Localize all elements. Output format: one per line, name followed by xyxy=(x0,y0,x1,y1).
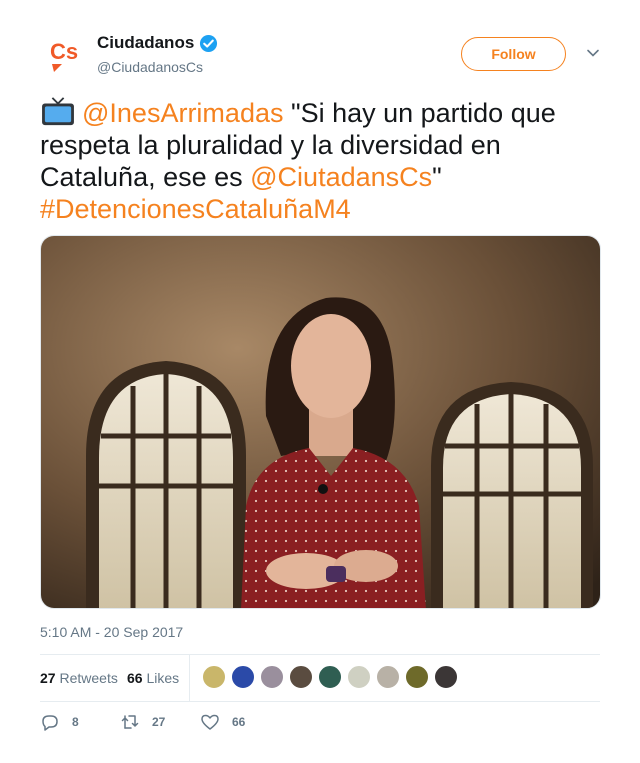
mention-ciutadanscs[interactable]: @CiutadansCs xyxy=(250,162,432,192)
retweet-icon xyxy=(121,715,139,729)
tweet-text: @InesArrimadas "Si hay un partido que re… xyxy=(40,96,600,225)
stats-divider xyxy=(189,655,190,701)
reply-count: 8 xyxy=(72,715,79,729)
television-emoji-icon xyxy=(42,97,74,126)
liker-avatar[interactable] xyxy=(231,665,255,689)
reply-icon xyxy=(42,715,58,731)
likes-count: 66 xyxy=(127,670,143,686)
like-button[interactable]: 66 xyxy=(200,712,245,732)
author-display-name[interactable]: Ciudadanos xyxy=(97,33,194,53)
photo-image xyxy=(41,236,600,608)
liker-avatar[interactable] xyxy=(347,665,371,689)
liker-avatar[interactable] xyxy=(289,665,313,689)
liker-avatars xyxy=(202,665,463,689)
liker-avatar[interactable] xyxy=(376,665,400,689)
liker-avatar[interactable] xyxy=(318,665,342,689)
liker-avatar[interactable] xyxy=(260,665,284,689)
likes-label: Likes xyxy=(146,670,180,686)
heart-icon xyxy=(201,714,219,730)
retweets-count: 27 xyxy=(40,670,56,686)
liker-avatar[interactable] xyxy=(202,665,226,689)
avatar-logo-text: Cs xyxy=(50,39,78,64)
engagement-stats: 27 Retweets 66 Likes xyxy=(40,654,600,702)
reply-button[interactable]: 8 xyxy=(40,712,79,732)
verified-badge-icon xyxy=(200,34,218,52)
mention-ines-arrimadas[interactable]: @InesArrimadas xyxy=(82,98,283,128)
like-count: 66 xyxy=(232,715,246,729)
author-avatar[interactable]: Cs xyxy=(46,34,86,74)
name-row: Ciudadanos xyxy=(97,33,218,53)
liker-avatar[interactable] xyxy=(405,665,429,689)
tweet-photo[interactable] xyxy=(40,235,601,609)
retweets-label: Retweets xyxy=(59,670,118,686)
retweets-stat[interactable]: 27 Retweets xyxy=(40,670,118,686)
retweet-button[interactable]: 27 xyxy=(120,712,165,732)
author-handle[interactable]: @CiudadanosCs xyxy=(97,59,203,75)
tweet-header: Cs Ciudadanos @CiudadanosCs Follow xyxy=(40,30,600,80)
closing-quote: " xyxy=(432,162,442,192)
tweet-timestamp[interactable]: 5:10 AM - 20 Sep 2017 xyxy=(40,624,183,640)
liker-avatar[interactable] xyxy=(434,665,458,689)
chevron-down-icon[interactable] xyxy=(585,45,601,61)
hashtag-link[interactable]: #DetencionesCataluñaM4 xyxy=(40,194,351,224)
retweet-count: 27 xyxy=(152,715,166,729)
likes-stat[interactable]: 66 Likes xyxy=(127,670,179,686)
follow-button[interactable]: Follow xyxy=(461,37,566,71)
tweet-actions: 8 27 66 xyxy=(40,712,340,736)
